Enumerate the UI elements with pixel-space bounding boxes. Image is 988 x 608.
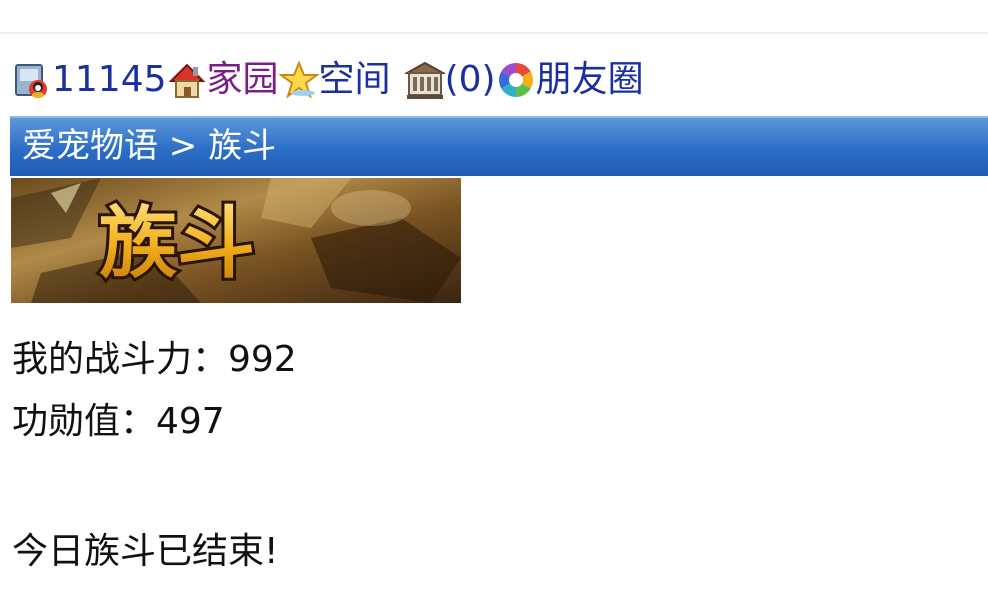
merit-value: 功勋值：497 bbox=[12, 401, 225, 442]
breadcrumb: 爱宠物语 > 族斗 bbox=[22, 126, 277, 166]
clan-battle-banner: 族斗 族斗 bbox=[11, 178, 461, 303]
battle-ended-message: 今日族斗已结束! bbox=[12, 531, 279, 572]
top-divider bbox=[0, 32, 988, 34]
home-link[interactable]: 家园 bbox=[207, 50, 279, 110]
friend-circle-icon bbox=[496, 59, 536, 101]
friends-circle-link[interactable]: 朋友圈 bbox=[536, 50, 644, 110]
building-icon bbox=[404, 59, 445, 101]
banner-logo-text: 族斗 bbox=[99, 199, 255, 289]
qq-user-icon bbox=[12, 59, 52, 101]
user-id-link[interactable]: 11145 bbox=[52, 50, 167, 110]
page: 11145 家园 空间 (0) 朋友圈 爱宠物语 > 族斗 族斗 族斗 我的战斗… bbox=[0, 0, 988, 608]
messages-link[interactable]: (0) bbox=[445, 50, 496, 110]
house-icon bbox=[167, 59, 207, 101]
banner-image: 族斗 族斗 bbox=[11, 178, 461, 303]
title-bar: 爱宠物语 > 族斗 bbox=[10, 116, 988, 176]
space-link[interactable]: 空间 bbox=[319, 50, 391, 110]
star-icon bbox=[278, 59, 319, 101]
top-nav: 11145 家园 空间 (0) 朋友圈 bbox=[12, 50, 644, 110]
combat-power: 我的战斗力：992 bbox=[12, 339, 297, 380]
